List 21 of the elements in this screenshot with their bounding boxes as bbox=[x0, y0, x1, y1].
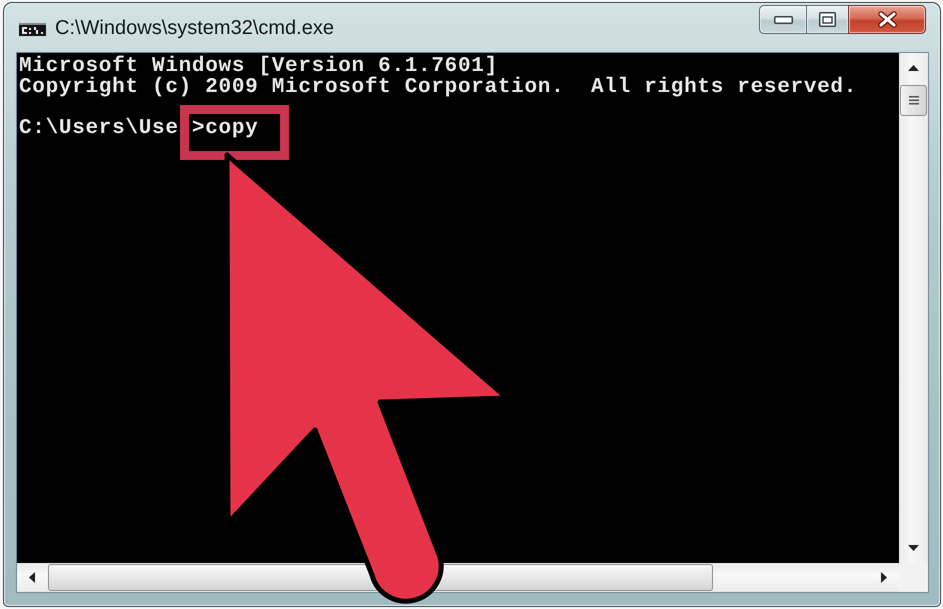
close-button[interactable] bbox=[848, 5, 926, 34]
maximize-icon bbox=[819, 12, 836, 27]
vertical-scrollbar[interactable] bbox=[899, 53, 928, 563]
up-arrow-icon bbox=[908, 65, 919, 71]
scrollbar-thumb[interactable] bbox=[900, 85, 927, 116]
down-arrow-icon bbox=[908, 545, 919, 551]
close-icon bbox=[878, 11, 896, 28]
maximize-button[interactable] bbox=[806, 5, 848, 34]
prompt-path: C:\Users\Use bbox=[19, 118, 179, 139]
console-line: Copyright (c) 2009 Microsoft Corporation. All rights reserved. bbox=[19, 78, 858, 98]
window-title: C:\Windows\system32\cmd.exe bbox=[55, 17, 334, 40]
console-icon bbox=[19, 22, 46, 36]
console-line: Microsoft Windows [Version 6.1.7601] bbox=[19, 57, 498, 78]
left-arrow-icon bbox=[29, 572, 35, 583]
grip-icon bbox=[908, 96, 918, 105]
horizontal-scrollbar[interactable] bbox=[17, 563, 899, 592]
right-arrow-icon bbox=[881, 572, 887, 583]
minimize-button[interactable] bbox=[759, 5, 806, 34]
minimize-icon bbox=[774, 16, 792, 24]
scrollbar-corner bbox=[899, 563, 928, 592]
command-text: >copy bbox=[192, 118, 258, 139]
